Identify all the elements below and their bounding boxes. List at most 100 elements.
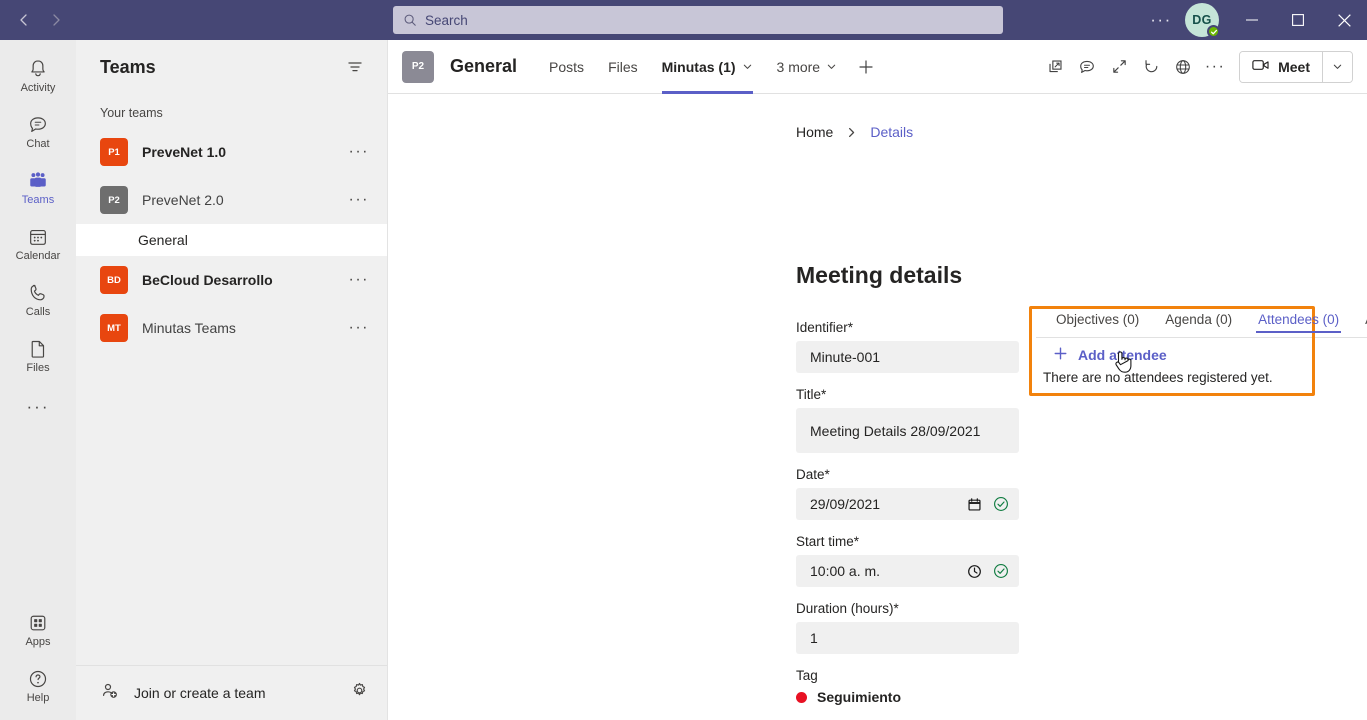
rail-item-help[interactable]: Help: [0, 658, 76, 714]
teams-panel-title: Teams: [100, 56, 156, 77]
meet-button-group: Meet: [1239, 50, 1353, 83]
calendar-icon[interactable]: [965, 497, 983, 512]
hand-pointer-cursor: [1112, 349, 1134, 375]
tab-agenda[interactable]: Agenda (0): [1152, 306, 1245, 337]
title-label: Title*: [796, 387, 827, 402]
date-valid-icon: [991, 496, 1011, 512]
add-tab-button[interactable]: [849, 40, 883, 94]
rail-item-activity[interactable]: Activity: [0, 48, 76, 104]
globe-icon[interactable]: [1167, 51, 1199, 83]
minutas-app-content: Home Details Meeting details Identifier*…: [388, 94, 1367, 720]
team-row[interactable]: P2 PreveNet 2.0 ···: [76, 176, 387, 224]
start-time-label: Start time*: [796, 534, 860, 549]
team-row[interactable]: BD BeCloud Desarrollo ···: [76, 256, 387, 304]
team-row[interactable]: MT Minutas Teams ···: [76, 304, 387, 352]
breadcrumb-home[interactable]: Home: [796, 124, 833, 140]
tag-value-row[interactable]: Seguimiento: [796, 689, 1019, 705]
expand-icon[interactable]: [1103, 51, 1135, 83]
rail-item-calendar[interactable]: Calendar: [0, 216, 76, 272]
rail-item-teams[interactable]: Teams: [0, 160, 76, 216]
title-input[interactable]: Meeting Details 28/09/2021: [796, 408, 1019, 453]
tab-more[interactable]: 3 more: [765, 40, 850, 94]
join-or-create-team-button[interactable]: Join or create a team: [76, 666, 387, 720]
tab-more-label: 3 more: [776, 58, 821, 75]
presence-available-icon: [1207, 25, 1220, 38]
rail-more-button[interactable]: ···: [0, 384, 76, 430]
close-button[interactable]: [1321, 0, 1367, 40]
team-more-button[interactable]: ···: [349, 143, 373, 161]
maximize-button[interactable]: [1275, 0, 1321, 40]
team-more-button[interactable]: ···: [349, 191, 373, 209]
team-name: PreveNet 1.0: [142, 144, 227, 160]
rail-label-files: Files: [26, 362, 50, 374]
attendees-panel-body: Add attendee There are no attendees regi…: [1029, 338, 1367, 385]
meet-dropdown-button[interactable]: [1322, 51, 1352, 82]
teams-list-scroll[interactable]: Your teams P1 PreveNet 1.0 ··· P2 PreveN…: [76, 94, 387, 665]
tab-attendees[interactable]: Attendees (0): [1245, 306, 1352, 337]
back-button[interactable]: [8, 4, 40, 36]
settings-more-button[interactable]: ···: [1143, 4, 1179, 36]
channel-team-avatar: P2: [402, 50, 434, 83]
meeting-details-form: Identifier* Minute-001 Title* Meeting De…: [796, 320, 1019, 720]
tab-posts-label: Posts: [549, 58, 585, 75]
breadcrumb-details[interactable]: Details: [870, 124, 913, 140]
join-or-create-team-label: Join or create a team: [134, 685, 266, 701]
chat-icon[interactable]: [1071, 51, 1103, 83]
add-attendee-button[interactable]: Add attendee: [1043, 338, 1367, 366]
teams-panel-footer: Join or create a team: [76, 665, 387, 720]
filter-icon[interactable]: [341, 53, 369, 81]
rail-label-activity: Activity: [20, 82, 56, 94]
date-input[interactable]: 29/09/2021: [796, 488, 1019, 520]
identifier-label: Identifier*: [796, 320, 854, 335]
tab-objectives-label: Objectives (0): [1056, 312, 1140, 327]
forward-button[interactable]: [40, 4, 72, 36]
tag-color-dot: [796, 691, 807, 703]
date-value: 29/09/2021: [810, 496, 881, 512]
rail-item-calls[interactable]: Calls: [0, 272, 76, 328]
channel-more-button[interactable]: ···: [1199, 51, 1231, 83]
tab-agreements[interactable]: Agreements (0): [1352, 306, 1367, 337]
tab-minutas-label: Minutas (1): [661, 58, 736, 75]
rail-item-apps[interactable]: Apps: [0, 602, 76, 658]
refresh-icon[interactable]: [1135, 51, 1167, 83]
duration-value: 1: [810, 630, 818, 646]
minimize-button[interactable]: [1229, 0, 1275, 40]
team-name: BeCloud Desarrollo: [142, 272, 273, 288]
team-more-button[interactable]: ···: [349, 319, 373, 337]
main-content: P2 General Posts Files Minutas (1) 3 mor…: [388, 40, 1367, 720]
tab-objectives[interactable]: Objectives (0): [1043, 306, 1152, 337]
teams-list-panel: Teams Your teams P1 PreveNet 1.0 ··· P2 …: [76, 40, 388, 720]
channel-name: General: [138, 232, 188, 248]
team-row[interactable]: P1 PreveNet 1.0 ···: [76, 128, 387, 176]
tag-label: Tag: [796, 668, 818, 683]
open-in-new-icon[interactable]: [1039, 51, 1071, 83]
title-bar: Search ··· DG: [0, 0, 1367, 40]
start-time-input[interactable]: 10:00 a. m.: [796, 555, 1019, 587]
chevron-down-icon[interactable]: [742, 61, 753, 72]
rail-item-chat[interactable]: Chat: [0, 104, 76, 160]
meet-button[interactable]: Meet: [1240, 51, 1322, 82]
date-label: Date*: [796, 467, 830, 482]
page-title: Meeting details: [796, 262, 963, 288]
tab-files-label: Files: [608, 58, 638, 75]
avatar[interactable]: DG: [1185, 3, 1220, 38]
channel-item-general[interactable]: General: [76, 224, 387, 256]
search-placeholder: Search: [425, 12, 468, 28]
tab-minutas[interactable]: Minutas (1): [650, 40, 765, 94]
your-teams-label: Your teams: [100, 106, 163, 120]
tab-posts[interactable]: Posts: [537, 40, 596, 94]
rail-item-files[interactable]: Files: [0, 328, 76, 384]
search-bar[interactable]: Search: [393, 6, 1003, 34]
search-input[interactable]: Search: [393, 6, 1003, 34]
identifier-input[interactable]: Minute-001: [796, 341, 1019, 373]
meet-label: Meet: [1278, 58, 1310, 75]
duration-input[interactable]: 1: [796, 622, 1019, 654]
rail-label-apps: Apps: [25, 636, 51, 648]
chevron-down-icon[interactable]: [826, 61, 837, 72]
tab-files[interactable]: Files: [596, 40, 650, 94]
team-avatar-initials: MT: [100, 314, 128, 342]
team-more-button[interactable]: ···: [349, 271, 373, 289]
rail-label-calls: Calls: [25, 306, 51, 318]
gear-icon[interactable]: [350, 681, 369, 705]
clock-icon[interactable]: [965, 564, 983, 579]
